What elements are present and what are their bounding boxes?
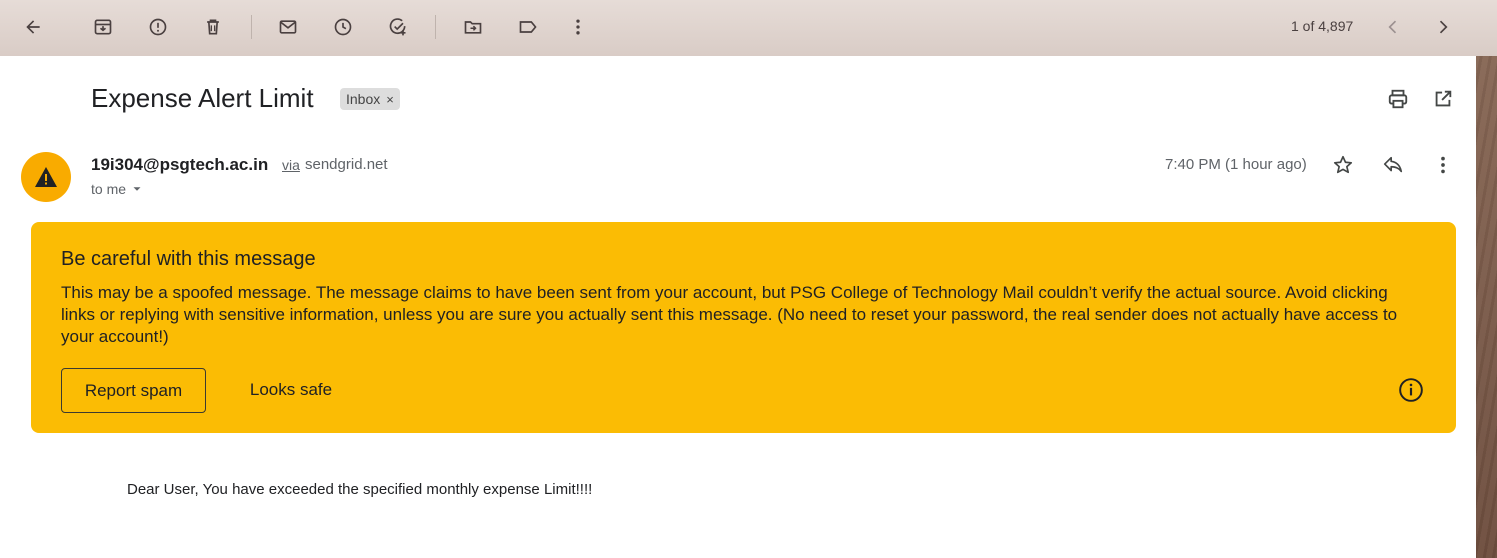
sender-email[interactable]: 19i304@psgtech.ac.in bbox=[91, 155, 268, 175]
open-new-window-button[interactable] bbox=[1428, 84, 1458, 114]
via-domain: sendgrid.net bbox=[305, 156, 388, 173]
open-in-new-icon bbox=[1435, 90, 1452, 107]
sender-avatar bbox=[21, 152, 71, 202]
remove-label-icon[interactable]: × bbox=[386, 92, 394, 107]
move-to-icon bbox=[464, 21, 482, 34]
reply-icon bbox=[1383, 156, 1403, 173]
spoof-warning-banner: Be careful with this message This may be… bbox=[31, 222, 1456, 433]
label-chip-text: Inbox bbox=[346, 91, 381, 107]
delete-button[interactable] bbox=[196, 10, 230, 44]
via-link[interactable]: via bbox=[282, 157, 300, 173]
inbox-label-chip[interactable]: Inbox × bbox=[340, 88, 400, 110]
print-button[interactable] bbox=[1383, 84, 1413, 114]
more-options-button[interactable] bbox=[561, 10, 595, 44]
message-timestamp: 7:40 PM (1 hour ago) bbox=[1165, 156, 1307, 173]
message-toolbar: 1 of 4,897 bbox=[0, 0, 1497, 56]
warning-title: Be careful with this message bbox=[61, 248, 316, 270]
report-spam-button[interactable]: Report spam bbox=[61, 368, 206, 413]
more-vert-icon bbox=[576, 19, 580, 35]
pagination-count: 1 of 4,897 bbox=[1291, 18, 1354, 34]
warning-triangle-icon bbox=[35, 167, 57, 187]
message-more-button[interactable] bbox=[1428, 150, 1458, 180]
report-spam-icon bbox=[149, 18, 167, 36]
star-button[interactable] bbox=[1328, 150, 1358, 180]
label-icon bbox=[519, 21, 537, 33]
recipient-details-toggle[interactable]: to me bbox=[91, 181, 144, 197]
add-task-icon bbox=[389, 18, 406, 36]
delete-icon bbox=[207, 19, 219, 35]
archive-button[interactable] bbox=[86, 10, 120, 44]
report-spam-button[interactable] bbox=[141, 10, 175, 44]
label-button[interactable] bbox=[511, 10, 545, 44]
snooze-icon bbox=[334, 18, 352, 36]
toolbar-divider bbox=[435, 15, 436, 39]
message-body: Dear User, You have exceeded the specifi… bbox=[127, 481, 593, 498]
archive-icon bbox=[94, 19, 112, 35]
newer-message-button[interactable] bbox=[1376, 10, 1410, 44]
warning-text: This may be a spoofed message. The messa… bbox=[61, 283, 1398, 346]
more-vert-icon bbox=[1441, 156, 1445, 174]
print-icon bbox=[1388, 89, 1408, 109]
message-subject: Expense Alert Limit bbox=[91, 83, 314, 113]
reply-button[interactable] bbox=[1378, 150, 1408, 180]
to-me-text: to me bbox=[91, 181, 127, 197]
message-panel: Expense Alert Limit Inbox × 19i304@psgte… bbox=[0, 56, 1476, 558]
mark-unread-icon bbox=[279, 20, 297, 34]
add-task-button[interactable] bbox=[381, 10, 415, 44]
back-arrow-icon bbox=[26, 20, 40, 34]
looks-safe-button[interactable]: Looks safe bbox=[231, 368, 351, 411]
snooze-button[interactable] bbox=[326, 10, 360, 44]
back-button[interactable] bbox=[16, 10, 50, 44]
toolbar-divider bbox=[251, 15, 252, 39]
move-to-button[interactable] bbox=[456, 10, 490, 44]
info-icon[interactable] bbox=[1398, 377, 1424, 403]
mark-unread-button[interactable] bbox=[271, 10, 305, 44]
star-icon bbox=[1333, 155, 1353, 174]
caret-down-icon bbox=[133, 187, 141, 191]
chevron-left-icon bbox=[1388, 20, 1397, 34]
chevron-right-icon bbox=[1439, 20, 1448, 34]
older-message-button[interactable] bbox=[1426, 10, 1460, 44]
